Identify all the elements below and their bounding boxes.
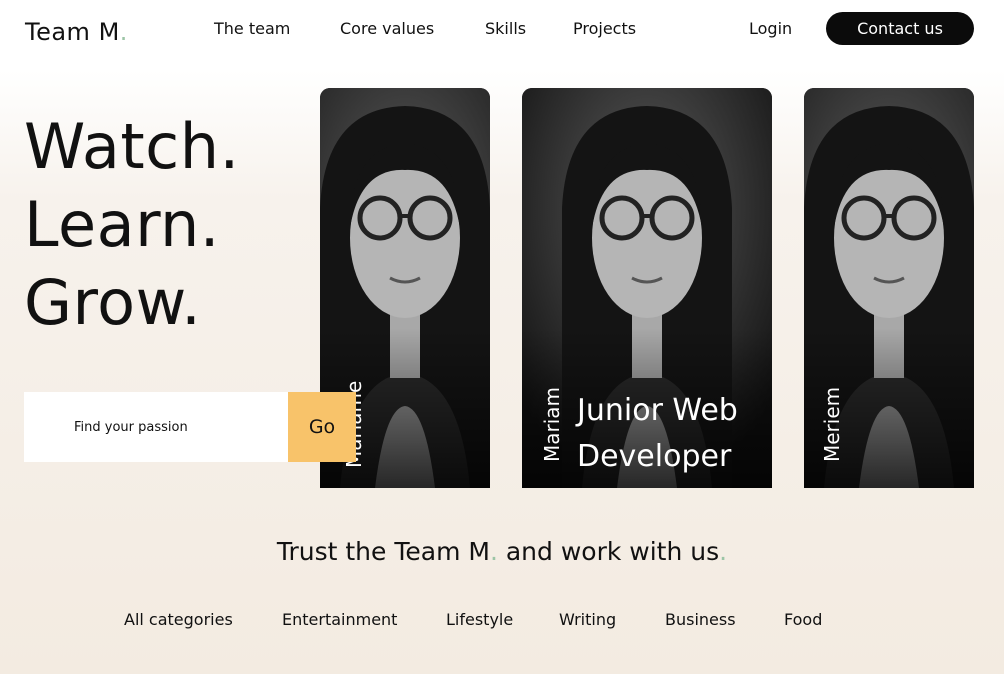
- contact-us-button[interactable]: Contact us: [826, 12, 974, 45]
- category-entertainment[interactable]: Entertainment: [282, 610, 397, 629]
- category-writing[interactable]: Writing: [559, 610, 616, 629]
- site-header: Team M. The team Core values Skills Proj…: [0, 0, 1004, 70]
- card-name-label: Mariam: [540, 386, 564, 462]
- card-name-label: Meriem: [820, 386, 844, 462]
- hero-line-learn: Learn.: [24, 188, 220, 261]
- team-card-meriem[interactable]: Meriem: [804, 88, 974, 488]
- card-role-line1: Junior Web: [577, 393, 738, 428]
- logo-dot: .: [119, 18, 128, 46]
- trust-dot-2: .: [719, 537, 728, 566]
- nav-core-values[interactable]: Core values: [340, 19, 434, 38]
- nav-projects[interactable]: Projects: [573, 19, 636, 38]
- category-all[interactable]: All categories: [124, 610, 233, 629]
- trust-suffix: and work with us: [497, 537, 720, 566]
- trust-prefix: Trust the Team M: [276, 537, 490, 566]
- category-food[interactable]: Food: [784, 610, 822, 629]
- search-box: [24, 392, 288, 462]
- login-link[interactable]: Login: [749, 19, 792, 38]
- card-role-line2: Developer: [577, 439, 732, 474]
- nav-skills[interactable]: Skills: [485, 19, 526, 38]
- trust-dot-1: .: [489, 537, 498, 566]
- category-business[interactable]: Business: [665, 610, 736, 629]
- logo[interactable]: Team M.: [25, 18, 128, 46]
- go-button[interactable]: Go: [288, 392, 356, 462]
- hero-line-grow: Grow.: [24, 266, 202, 339]
- logo-text: Team M: [25, 18, 120, 46]
- hero-line-watch: Watch.: [24, 110, 240, 183]
- team-card-mariam[interactable]: Mariam Junior Web Developer: [522, 88, 772, 488]
- nav-the-team[interactable]: The team: [214, 19, 290, 38]
- trust-heading: Trust the Team M. and work with us.: [0, 537, 1004, 566]
- card-role-label: Junior Web Developer: [577, 388, 738, 480]
- passion-search-input[interactable]: [74, 419, 274, 435]
- category-lifestyle[interactable]: Lifestyle: [446, 610, 513, 629]
